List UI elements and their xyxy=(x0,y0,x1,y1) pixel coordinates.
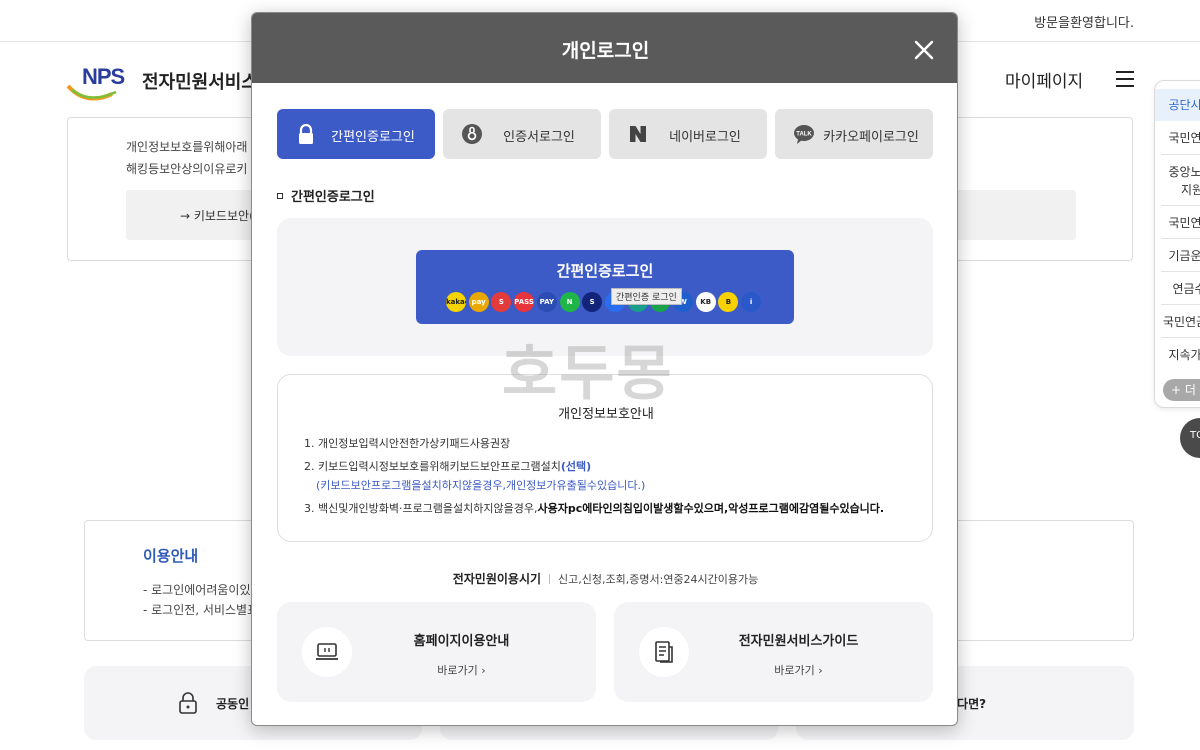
simple-auth-button-label: 간편인증로그인 xyxy=(556,262,654,280)
guide-card-link[interactable]: 바로가기 › xyxy=(387,662,536,678)
square-bullet-icon xyxy=(277,193,283,199)
tab-naver-login[interactable]: 네이버로그인 xyxy=(609,109,767,159)
tab-label: 네이버로그인 xyxy=(669,130,741,145)
tab-label: 카카오페이로그인 xyxy=(823,130,919,145)
certificate-icon xyxy=(462,124,482,144)
auth-provider-logos: kakaopaySPASSPAYNStHNHWKBBi xyxy=(446,292,766,312)
service-hours-desc: 신고,신청,조회,증명서:연중24시간이용가능 xyxy=(558,573,759,586)
guide-card-link[interactable]: 바로가기 › xyxy=(724,662,873,678)
kakao-talk-icon: TALK xyxy=(794,125,814,144)
divider xyxy=(549,574,551,584)
privacy-item-3: 3. 백신및개인방화벽·프로그램을설치하지않을경우,사용자pc에타인의침입이발생… xyxy=(304,500,884,516)
tab-kakaopay-login[interactable]: TALK 카카오페이로그인 xyxy=(775,109,933,159)
guide-card-title: 전자민원서비스가이드 xyxy=(738,634,859,649)
payco-logo-icon: pay xyxy=(468,292,489,312)
service-hours: 전자민원이용시기 신고,신청,조회,증명서:연중24시간이용가능 xyxy=(252,570,957,587)
privacy-item-3-bold: 사용자pc에타인의침입이발생할수있으며,악성프로그램에감염될수있습니다. xyxy=(537,502,885,515)
shinhan-logo-icon: S xyxy=(582,292,603,312)
tab-label: 인증서로그인 xyxy=(503,130,575,145)
ibk-logo-icon: i xyxy=(741,292,762,312)
privacy-item-2: 2. 키보드입력시정보보호를위해키보드보안프로그램설치(선택) xyxy=(304,458,591,474)
payco2-logo-icon: PAY xyxy=(536,292,557,312)
naver-icon xyxy=(630,126,646,142)
simple-auth-login-button[interactable]: 간편인증로그인 kakaopaySPASSPAYNStHNHWKBBi 간편인증… xyxy=(416,250,794,324)
kbank-logo-icon: B xyxy=(718,292,739,312)
section-heading: 간편인증로그인 xyxy=(277,186,375,205)
personal-login-modal: 개인로그인 간편인증로그인 인증서로그인 네이버로그인 TALK 카카오페이로그… xyxy=(251,12,958,726)
modal-title: 개인로그인 xyxy=(561,40,650,62)
homepage-guide-card[interactable]: 홈페이지이용안내 바로가기 › xyxy=(277,602,596,702)
naver-logo-icon: N xyxy=(559,292,580,312)
privacy-item-3-text: 3. 백신및개인방화벽·프로그램을설치하지않을경우, xyxy=(304,502,538,515)
svg-text:TALK: TALK xyxy=(796,132,812,138)
kakao-logo-icon: kakao xyxy=(446,292,466,312)
pass-logo-icon: PASS xyxy=(514,292,535,312)
close-icon[interactable] xyxy=(914,40,934,60)
privacy-item-1: 1. 개인정보입력시안전한가상키패드사용권장 xyxy=(304,437,511,450)
tooltip: 간편인증 로그인 xyxy=(611,288,682,305)
samsung-pass-logo-icon: S xyxy=(491,292,512,312)
tab-label: 간편인증로그인 xyxy=(331,130,415,145)
eservice-guide-card[interactable]: 전자민원서비스가이드 바로가기 › xyxy=(614,602,933,702)
tab-certificate-login[interactable]: 인증서로그인 xyxy=(443,109,601,159)
service-hours-label: 전자민원이용시기 xyxy=(452,572,542,586)
optional-highlight: (선택) xyxy=(560,460,592,473)
section-title: 간편인증로그인 xyxy=(291,190,375,205)
privacy-item-2-sub: (키보드보안프로그램을설치하지않을경우,개인정보가유출될수있습니다.) xyxy=(316,479,646,492)
laptop-icon xyxy=(302,627,352,677)
lock-icon xyxy=(299,123,313,144)
privacy-item-2-text: 2. 키보드입력시정보보호를위해키보드보안프로그램설치 xyxy=(304,460,561,473)
tab-simple-auth-login[interactable]: 간편인증로그인 xyxy=(277,109,435,159)
login-method-tabs: 간편인증로그인 인증서로그인 네이버로그인 TALK 카카오페이로그인 xyxy=(277,109,933,159)
document-guide-icon xyxy=(639,627,689,677)
watermark-text: 호두몽 xyxy=(502,339,674,409)
kb-logo-icon: KB xyxy=(695,292,716,312)
modal-header: 개인로그인 xyxy=(252,13,957,83)
guide-card-title: 홈페이지이용안내 xyxy=(413,634,510,649)
